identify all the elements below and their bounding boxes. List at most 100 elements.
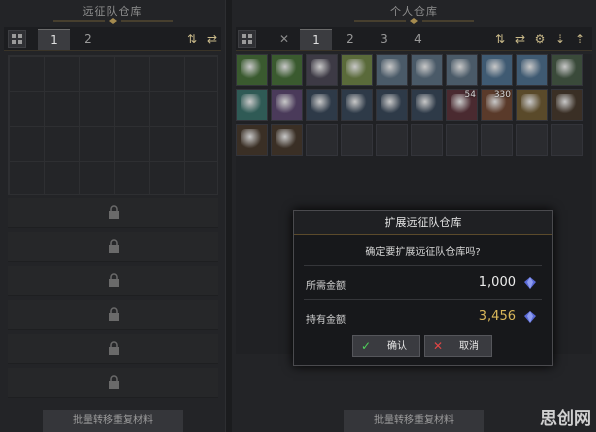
- expedition-item-grid[interactable]: [8, 55, 218, 195]
- lock-icon: [108, 375, 120, 389]
- expand-storage-dialog: 扩展远征队仓库 确定要扩展远征队仓库吗? 所需金额 1,000 持有金额 3,4…: [293, 210, 553, 366]
- item-quantity: 330: [493, 90, 511, 100]
- item-slot[interactable]: [236, 89, 268, 121]
- empty-slot[interactable]: [376, 124, 408, 156]
- pants-icon: [416, 59, 438, 81]
- grid-view-icon[interactable]: [238, 30, 256, 48]
- empty-slot[interactable]: [516, 124, 548, 156]
- shoulder-icon: [521, 59, 543, 81]
- item-slot[interactable]: [271, 124, 303, 156]
- dialog-title: 扩展远征队仓库: [294, 211, 552, 235]
- ore-icon: [346, 94, 368, 116]
- personal-tab-1[interactable]: 1: [300, 29, 332, 50]
- empty-slot[interactable]: [411, 124, 443, 156]
- item-slot[interactable]: [551, 89, 583, 121]
- check-icon: ✓: [360, 339, 372, 353]
- orb-icon: [556, 59, 578, 81]
- divider: [304, 265, 542, 266]
- robe-icon: [346, 59, 368, 81]
- potion-icon: [241, 94, 263, 116]
- tools-icon[interactable]: ✕: [276, 31, 292, 47]
- gem-icon: [524, 277, 536, 289]
- item-slot[interactable]: [551, 54, 583, 86]
- personal-tab-3[interactable]: 3: [368, 29, 400, 50]
- ore-icon: [416, 94, 438, 116]
- card-icon: [241, 129, 263, 151]
- item-slot[interactable]: [411, 89, 443, 121]
- batch-transfer-button[interactable]: 批量转移重复材料: [43, 410, 183, 432]
- item-slot[interactable]: [376, 89, 408, 121]
- item-slot[interactable]: [376, 54, 408, 86]
- divider: [304, 299, 542, 300]
- ore-icon: [311, 94, 333, 116]
- item-slot[interactable]: [271, 54, 303, 86]
- item-slot[interactable]: [516, 54, 548, 86]
- card-icon: [556, 94, 578, 116]
- item-slot[interactable]: [411, 54, 443, 86]
- personal-tab-2[interactable]: 2: [334, 29, 366, 50]
- item-quantity: 54: [464, 90, 476, 100]
- sort-icon[interactable]: ⇅: [492, 31, 508, 47]
- sort-icon[interactable]: ⇅: [184, 31, 200, 47]
- ore-icon: [381, 94, 403, 116]
- expedition-tab-1[interactable]: 1: [38, 29, 70, 50]
- required-amount-row: 所需金额 1,000: [306, 275, 540, 293]
- lock-icon: [108, 205, 120, 219]
- filter-icon[interactable]: ⚙: [532, 31, 548, 47]
- personal-tab-4[interactable]: 4: [402, 29, 434, 50]
- locked-row[interactable]: [8, 368, 218, 398]
- confirm-button[interactable]: ✓ 确认: [352, 335, 420, 357]
- batch-transfer-button[interactable]: 批量转移重复材料: [344, 410, 484, 432]
- item-slot[interactable]: [481, 54, 513, 86]
- pants-icon: [381, 59, 403, 81]
- card-icon: [276, 129, 298, 151]
- empty-slot[interactable]: [551, 124, 583, 156]
- required-amount-value: 1,000: [478, 275, 516, 290]
- item-slot[interactable]: [341, 54, 373, 86]
- item-slot[interactable]: [516, 89, 548, 121]
- weapon-icon: [276, 59, 298, 81]
- confirm-label: 确认: [387, 341, 407, 352]
- item-slot[interactable]: [341, 89, 373, 121]
- empty-slot[interactable]: [306, 124, 338, 156]
- title-ornament-icon: [354, 18, 474, 24]
- grid-view-icon[interactable]: [8, 30, 26, 48]
- transfer-icon[interactable]: ⇄: [512, 31, 528, 47]
- expedition-storage-panel: 远征队仓库 1 2 ⇅ ⇄ 批量转移重复材料: [0, 0, 226, 432]
- owned-amount-row: 持有金额 3,456: [306, 309, 540, 327]
- deposit-icon[interactable]: ⇣: [552, 31, 568, 47]
- locked-row[interactable]: [8, 334, 218, 364]
- locked-row[interactable]: [8, 232, 218, 262]
- item-slot[interactable]: [236, 124, 268, 156]
- watermark-logo: 思创网: [540, 409, 591, 429]
- owned-amount-value: 3,456: [478, 309, 516, 324]
- expedition-tab-bar: 1 2 ⇅ ⇄: [4, 27, 221, 51]
- item-slot[interactable]: [306, 54, 338, 86]
- item-slot[interactable]: [271, 89, 303, 121]
- expedition-tab-2[interactable]: 2: [72, 29, 104, 50]
- item-slot[interactable]: 330: [481, 89, 513, 121]
- empty-slot[interactable]: [446, 124, 478, 156]
- item-slot[interactable]: 54: [446, 89, 478, 121]
- cancel-button[interactable]: ✕ 取消: [424, 335, 492, 357]
- shoulder-icon: [486, 59, 508, 81]
- item-slot[interactable]: [306, 89, 338, 121]
- transfer-icon[interactable]: ⇄: [204, 31, 220, 47]
- title-ornament-icon: [52, 18, 173, 24]
- personal-tab-bar: ✕ 1 2 3 4 ⇅ ⇄ ⚙ ⇣ ⇡: [236, 27, 592, 51]
- owned-amount-label: 持有金额: [306, 315, 346, 326]
- locked-row[interactable]: [8, 266, 218, 296]
- item-slot[interactable]: [446, 54, 478, 86]
- empty-slot[interactable]: [481, 124, 513, 156]
- chest-icon: [521, 94, 543, 116]
- armor-icon: [311, 59, 333, 81]
- locked-row[interactable]: [8, 300, 218, 330]
- locked-row[interactable]: [8, 198, 218, 228]
- lock-icon: [108, 341, 120, 355]
- item-slot[interactable]: [236, 54, 268, 86]
- dialog-message: 确定要扩展远征队仓库吗?: [365, 247, 481, 258]
- empty-slot[interactable]: [341, 124, 373, 156]
- required-amount-label: 所需金额: [306, 281, 346, 292]
- withdraw-icon[interactable]: ⇡: [572, 31, 588, 47]
- lock-icon: [108, 239, 120, 253]
